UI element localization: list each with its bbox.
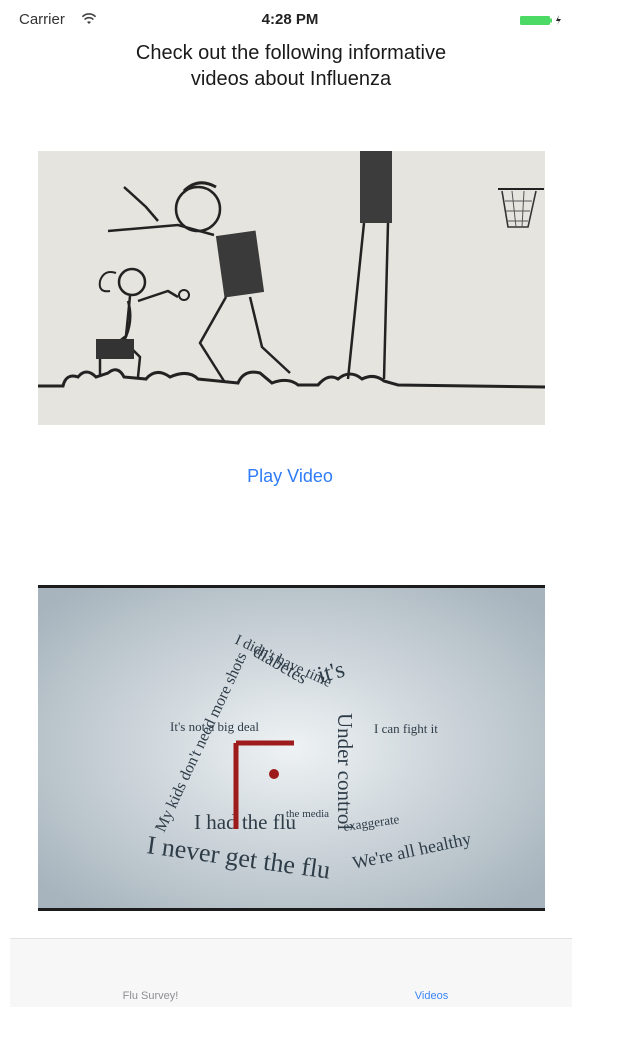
- word-cloud-text: I had the flu: [194, 810, 297, 834]
- battery-icon: [520, 15, 561, 25]
- play-video-button[interactable]: Play Video: [0, 466, 580, 487]
- tab-label-flu-survey: Flu Survey!: [122, 990, 179, 1002]
- tab-label-videos: Videos: [414, 990, 449, 1002]
- tab-videos[interactable]: Videos: [291, 939, 572, 1007]
- tab-flu-survey[interactable]: Flu Survey!: [10, 939, 291, 1007]
- tab-bar: Flu Survey! Videos: [10, 938, 572, 1007]
- clock: 4:28 PM: [261, 11, 319, 28]
- word-cloud-text: the media: [286, 808, 329, 820]
- status-bar: Carrier 4:28 PM: [0, 0, 580, 40]
- stick-figure-illustration: [38, 151, 545, 425]
- page-title: Check out the following informative vide…: [135, 42, 447, 90]
- word-cloud-text: It's not a big deal: [170, 719, 259, 734]
- word-cloud-text: I can fight it: [374, 721, 438, 736]
- video-thumbnail-basketball[interactable]: [38, 151, 545, 425]
- word-cloud-house-illustration: I didn't have time diabetes it's My kids…: [38, 585, 545, 911]
- video-thumbnail-word-cloud[interactable]: I didn't have time diabetes it's My kids…: [38, 585, 545, 911]
- word-cloud-text: Under control: [333, 713, 357, 830]
